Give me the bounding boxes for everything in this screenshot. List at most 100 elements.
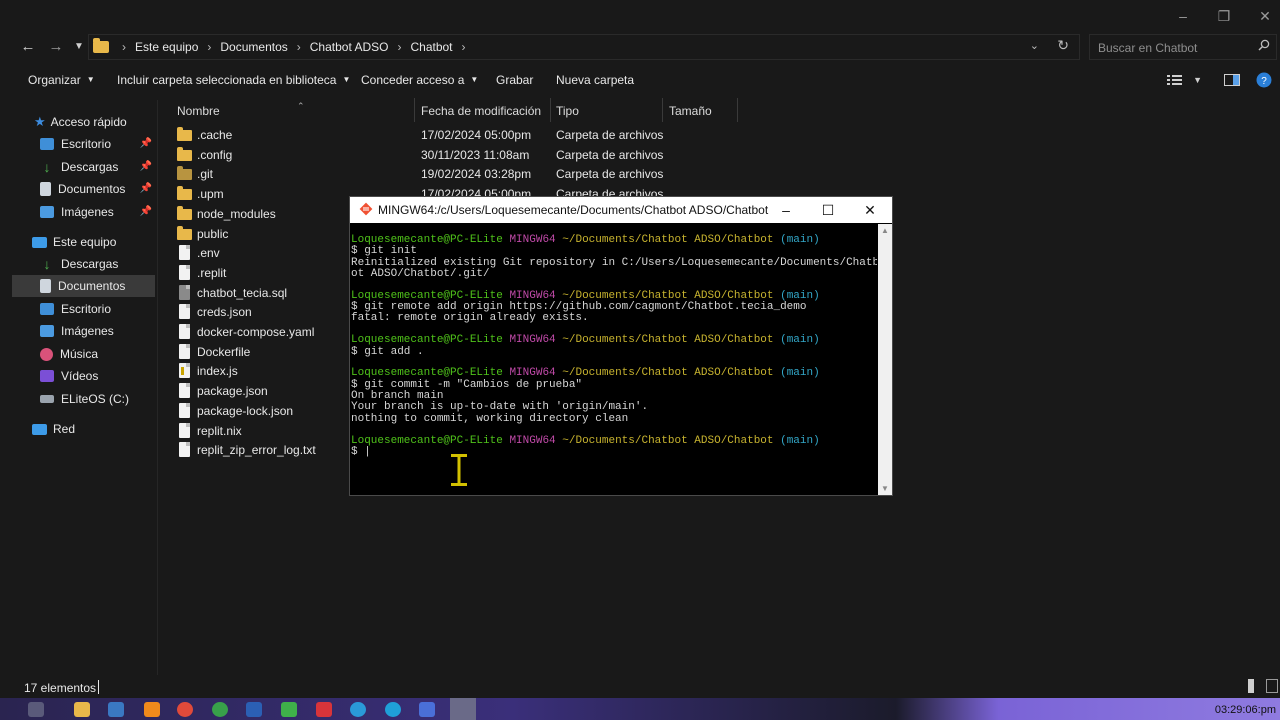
terminal-scrollbar[interactable]: ▲ ▼ — [878, 224, 892, 495]
nav-pc-escritorio[interactable]: Escritorio — [0, 298, 156, 320]
breadcrumb-separator[interactable]: › — [292, 40, 306, 54]
column-header-name[interactable]: ⌃ Nombre — [171, 100, 411, 122]
file-type: Carpeta de archivos — [556, 167, 664, 182]
terminal-output[interactable]: Loquesemecante@PC-ELite MINGW64 ~/Docume… — [350, 224, 877, 495]
pin-icon[interactable]: 📌 — [140, 138, 152, 149]
recent-locations-chevron-icon[interactable]: ▼ — [68, 36, 90, 58]
file-name: .upm — [197, 187, 224, 202]
file-name: .config — [197, 147, 233, 162]
virtualbox-icon[interactable] — [419, 702, 435, 717]
terminal-title-bar[interactable]: MINGW64:/c/Users/Loquesemecante/Document… — [350, 197, 892, 223]
nav-quick-imagenes[interactable]: Imágenes 📌 — [0, 201, 156, 223]
file-explorer-icon[interactable] — [74, 702, 90, 717]
nav-quick-documentos[interactable]: Documentos 📌 — [0, 178, 156, 200]
breadcrumb-separator[interactable]: › — [457, 40, 471, 54]
folder-icon — [177, 186, 192, 201]
breadcrumb-separator[interactable]: › — [392, 40, 406, 54]
chrome-alt-icon[interactable] — [212, 702, 228, 717]
search-icon[interactable] — [1258, 39, 1270, 51]
breadcrumb-separator[interactable]: › — [117, 40, 131, 54]
file-name: node_modules — [197, 206, 276, 221]
scroll-down-icon[interactable]: ▼ — [881, 484, 889, 493]
terminal-minimize-button[interactable]: – — [771, 199, 801, 221]
terminal-maximize-button[interactable]: ☐ — [813, 199, 843, 221]
breadcrumb-item[interactable]: Chatbot — [406, 40, 456, 54]
column-divider[interactable] — [737, 98, 738, 122]
prompt-path: ~/Documents/Chatbot ADSO/Chatbot — [562, 434, 774, 447]
edge-icon[interactable] — [350, 702, 366, 717]
breadcrumb-item[interactable]: Documentos — [216, 40, 291, 54]
file-icon — [179, 363, 190, 379]
file-name: public — [197, 226, 229, 241]
file-name: .env — [197, 246, 220, 261]
output-line: ot ADSO/Chatbot/.git/ — [351, 267, 490, 280]
camtasia-icon[interactable] — [281, 702, 297, 717]
large-icons-view-toggle-icon[interactable] — [1266, 679, 1278, 693]
file-row[interactable]: .config 30/11/2023 11:08am Carpeta de arch… — [162, 145, 722, 165]
nav-this-pc[interactable]: Este equipo — [0, 231, 156, 253]
vlc-icon[interactable] — [144, 702, 160, 717]
nav-pc-documentos[interactable]: Documentos — [12, 275, 155, 297]
nav-pc-imagenes[interactable]: Imágenes — [0, 320, 156, 342]
file-row[interactable]: .cache 17/02/2024 05:00pm Carpeta de archi… — [162, 125, 722, 145]
nav-pc-descargas[interactable]: ↓ Descargas — [0, 253, 156, 275]
app-blue-icon[interactable] — [385, 702, 401, 717]
pin-icon[interactable]: 📌 — [140, 161, 152, 172]
preview-pane-icon[interactable] — [1224, 74, 1240, 86]
column-header-size[interactable]: Tamaño — [663, 100, 737, 122]
view-chevron-down-icon[interactable]: ▼ — [1193, 75, 1202, 85]
address-row: ← → ▼ › Este equipo › Documentos › Chatb… — [0, 32, 1280, 62]
output-line: Your branch is up-to-date with 'origin/m… — [351, 401, 649, 414]
column-header-type[interactable]: Tipo — [550, 100, 660, 122]
clock[interactable]: 03:29:06:pm — [1215, 704, 1276, 716]
refresh-icon[interactable]: ↻ — [1057, 37, 1069, 54]
close-button[interactable]: ✕ — [1253, 6, 1277, 26]
nav-network[interactable]: Red — [0, 418, 156, 440]
chrome-icon[interactable] — [177, 702, 193, 717]
forward-arrow-icon[interactable]: → — [45, 36, 67, 58]
share-menu[interactable]: Conceder acceso a ▼ — [361, 73, 478, 87]
file-modified-date: 17/02/2024 05:00pm — [421, 128, 532, 142]
store-icon[interactable] — [108, 702, 124, 717]
word-icon[interactable] — [246, 702, 262, 717]
scroll-up-icon[interactable]: ▲ — [881, 226, 889, 235]
view-details-icon[interactable] — [1167, 74, 1183, 86]
file-name: index.js — [197, 364, 238, 379]
nav-pc-drive-c[interactable]: ELiteOS (C:) — [0, 388, 156, 410]
include-in-library-menu[interactable]: Incluir carpeta seleccionada en bibliote… — [117, 73, 350, 87]
new-folder-button[interactable]: Nueva carpeta — [556, 73, 634, 87]
burn-button[interactable]: Grabar — [496, 73, 533, 87]
column-header-modified[interactable]: Fecha de modificación — [415, 100, 551, 122]
folder-icon — [93, 38, 109, 53]
pin-icon[interactable]: 📌 — [140, 183, 152, 194]
details-view-toggle-icon[interactable] — [1246, 679, 1256, 693]
file-name: .replit — [197, 265, 227, 280]
help-icon[interactable]: ? — [1256, 72, 1272, 88]
minimize-button[interactable]: – — [1171, 6, 1195, 26]
address-history-chevron-icon[interactable]: ⌄ — [1030, 39, 1039, 52]
app-red-icon[interactable] — [316, 702, 332, 717]
prompt-user: Loquesemecante@PC-ELite — [351, 289, 503, 302]
git-bash-terminal-window[interactable]: MINGW64:/c/Users/Loquesemecante/Document… — [349, 196, 893, 496]
share-label: Conceder acceso a — [361, 73, 465, 87]
nav-pc-videos[interactable]: Vídeos — [0, 365, 156, 387]
organize-menu[interactable]: Organizar ▼ — [28, 73, 95, 87]
file-row[interactable]: .git 19/02/2024 03:28pm Carpeta de archivo… — [162, 164, 722, 184]
nav-pc-musica[interactable]: Música — [0, 343, 156, 365]
breadcrumb-item[interactable]: Este equipo — [131, 40, 202, 54]
pin-icon[interactable]: 📌 — [140, 206, 152, 217]
back-arrow-icon[interactable]: ← — [17, 36, 39, 58]
terminal-close-button[interactable]: ✕ — [855, 199, 885, 221]
nav-quick-descargas[interactable]: ↓ Descargas 📌 — [0, 156, 156, 178]
nav-quick-escritorio[interactable]: Escritorio 📌 — [0, 133, 156, 155]
breadcrumb-item[interactable]: Chatbot ADSO — [306, 40, 393, 54]
search-box[interactable] — [1089, 34, 1277, 60]
search-input[interactable] — [1098, 39, 1248, 57]
maximize-button[interactable]: ❐ — [1212, 6, 1236, 26]
git-bash-taskbar-icon[interactable] — [450, 698, 476, 720]
nav-label: Documentos — [58, 182, 126, 196]
address-bar[interactable]: › Este equipo › Documentos › Chatbot ADS… — [88, 34, 1080, 60]
start-icon[interactable] — [28, 702, 44, 717]
nav-quick-access[interactable]: ★ Acceso rápido — [34, 111, 154, 133]
breadcrumb-separator[interactable]: › — [202, 40, 216, 54]
